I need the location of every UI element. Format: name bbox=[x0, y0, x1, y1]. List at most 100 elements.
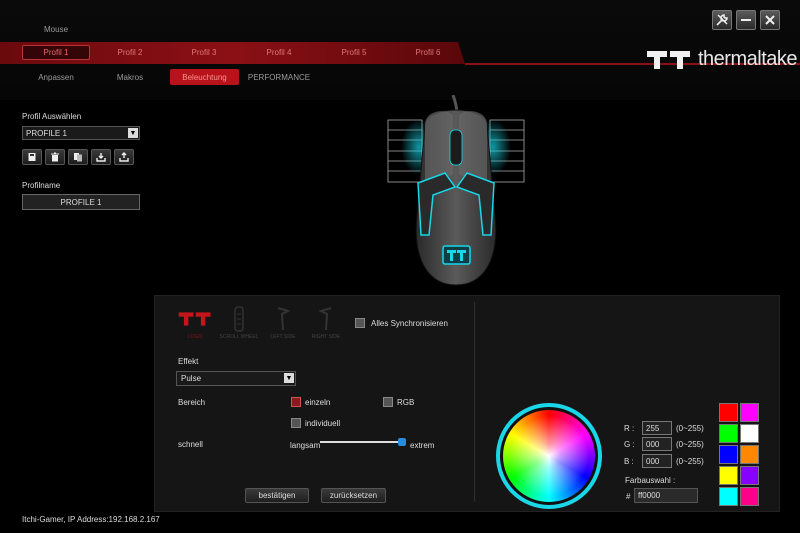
green-input[interactable]: 000 bbox=[642, 437, 672, 451]
color-swatch[interactable] bbox=[719, 424, 738, 443]
area-single-option[interactable]: einzeln bbox=[291, 397, 330, 407]
green-label: G : bbox=[624, 439, 635, 449]
blue-input[interactable]: 000 bbox=[642, 454, 672, 468]
sync-all-option[interactable]: Alles Synchronisieren bbox=[355, 318, 448, 328]
profile-toolbar bbox=[22, 149, 134, 165]
area-single-checkbox[interactable] bbox=[291, 397, 301, 407]
tab-anpassen[interactable]: Anpassen bbox=[22, 69, 90, 85]
delete-profile-button[interactable] bbox=[45, 149, 65, 165]
tab-profil-3[interactable]: Profil 3 bbox=[170, 45, 238, 60]
color-swatch[interactable] bbox=[740, 424, 759, 443]
close-button[interactable] bbox=[760, 10, 780, 30]
settings-button[interactable] bbox=[712, 10, 732, 30]
close-icon bbox=[765, 15, 775, 25]
red-input[interactable]: 255 bbox=[642, 421, 672, 435]
profile-select-label: Profil Auswählen bbox=[22, 112, 82, 121]
tt-logo-icon bbox=[647, 50, 690, 69]
zone-scroll-wheel[interactable]: SCROLL WHEEL bbox=[219, 304, 259, 340]
import-icon bbox=[96, 153, 106, 162]
sync-all-label: Alles Synchronisieren bbox=[371, 318, 448, 328]
minimize-icon bbox=[741, 19, 751, 21]
speed-label: schnell bbox=[178, 440, 203, 449]
area-rgb-checkbox[interactable] bbox=[383, 397, 393, 407]
area-individual-label: individuell bbox=[305, 418, 341, 428]
area-label: Bereich bbox=[178, 398, 206, 407]
zone-logo[interactable]: LOGO bbox=[175, 304, 215, 340]
speed-min-label: langsam bbox=[290, 441, 321, 450]
window-controls bbox=[712, 10, 780, 30]
blue-label: B : bbox=[624, 456, 634, 466]
panel-divider bbox=[474, 302, 475, 502]
color-picker-label: Farbauswahl : bbox=[625, 476, 676, 485]
export-profile-button[interactable] bbox=[114, 149, 134, 165]
area-individual-option[interactable]: individuell bbox=[291, 418, 340, 428]
confirm-button[interactable]: bestätigen bbox=[245, 488, 309, 503]
profilename-field[interactable]: PROFILE 1 bbox=[22, 194, 140, 210]
profile-select-value: PROFILE 1 bbox=[26, 128, 67, 138]
copy-icon bbox=[74, 153, 82, 162]
zone-right-label: RIGHT SIDE bbox=[311, 334, 341, 340]
speed-max-label: extrem bbox=[410, 441, 435, 450]
green-row: G : 000 (0~255) bbox=[624, 437, 704, 451]
blue-row: B : 000 (0~255) bbox=[624, 454, 704, 468]
zone-right-side[interactable]: RIGHT SIDE bbox=[306, 304, 346, 340]
delete-icon bbox=[51, 152, 59, 162]
sync-all-checkbox[interactable] bbox=[355, 318, 365, 328]
area-rgb-label: RGB bbox=[397, 397, 415, 407]
blue-range: (0~255) bbox=[676, 456, 704, 466]
tab-beleuchtung[interactable]: Beleuchtung bbox=[170, 69, 239, 85]
speed-slider-track[interactable] bbox=[320, 441, 406, 443]
speed-slider-handle[interactable] bbox=[397, 438, 406, 446]
save-icon bbox=[28, 153, 36, 161]
reset-button[interactable]: zurücksetzen bbox=[321, 488, 386, 503]
tab-profil-2[interactable]: Profil 2 bbox=[96, 45, 164, 60]
import-profile-button[interactable] bbox=[91, 149, 111, 165]
brand-logo: thermaltake bbox=[646, 48, 798, 71]
hex-input[interactable]: ff0000 bbox=[634, 488, 698, 503]
copy-profile-button[interactable] bbox=[68, 149, 88, 165]
color-swatch[interactable] bbox=[740, 466, 759, 485]
color-swatch[interactable] bbox=[740, 445, 759, 464]
area-rgb-option[interactable]: RGB bbox=[383, 397, 414, 407]
red-row: R : 255 (0~255) bbox=[624, 421, 704, 435]
device-tab-mouse[interactable]: Mouse bbox=[44, 25, 68, 34]
color-swatch[interactable] bbox=[719, 445, 738, 464]
tab-profil-6[interactable]: Profil 6 bbox=[394, 45, 462, 60]
zone-logo-label: LOGO bbox=[187, 334, 203, 340]
wrench-icon bbox=[716, 14, 728, 26]
scroll-wheel-icon bbox=[234, 306, 244, 332]
effect-select-value: Pulse bbox=[181, 374, 202, 383]
save-profile-button[interactable] bbox=[22, 149, 42, 165]
red-range: (0~255) bbox=[676, 423, 704, 433]
area-single-label: einzeln bbox=[305, 397, 331, 407]
export-icon bbox=[119, 152, 129, 162]
effect-select[interactable]: Pulse ▼ bbox=[176, 371, 296, 386]
mouse-illustration bbox=[387, 95, 525, 286]
zone-left-label: LEFT SIDE bbox=[270, 334, 296, 340]
chevron-down-icon: ▼ bbox=[284, 373, 294, 383]
red-label: R : bbox=[624, 423, 635, 433]
brand-name: thermaltake bbox=[698, 48, 798, 70]
color-swatch[interactable] bbox=[740, 487, 759, 506]
zone-left-side[interactable]: LEFT SIDE bbox=[263, 304, 303, 340]
effect-label: Effekt bbox=[178, 357, 199, 366]
left-side-icon bbox=[277, 307, 290, 331]
preset-swatches bbox=[719, 403, 759, 506]
area-individual-checkbox[interactable] bbox=[291, 418, 301, 428]
tt-logo-icon bbox=[178, 312, 211, 326]
tab-profil-1[interactable]: Profil 1 bbox=[22, 45, 90, 60]
tab-profil-4[interactable]: Profil 4 bbox=[245, 45, 313, 60]
profile-select[interactable]: PROFILE 1 ▼ bbox=[22, 126, 140, 140]
minimize-button[interactable] bbox=[736, 10, 756, 30]
color-swatch[interactable] bbox=[719, 487, 738, 506]
status-bar: Itchi-Gamer, IP Address:192.168.2.167 bbox=[22, 515, 160, 524]
color-wheel[interactable] bbox=[503, 410, 595, 502]
color-swatch[interactable] bbox=[740, 403, 759, 422]
color-swatch[interactable] bbox=[719, 403, 738, 422]
tab-performance[interactable]: PERFORMANCE bbox=[245, 69, 313, 85]
tab-makros[interactable]: Makros bbox=[96, 69, 164, 85]
tab-profil-5[interactable]: Profil 5 bbox=[320, 45, 388, 60]
green-range: (0~255) bbox=[676, 439, 704, 449]
color-swatch[interactable] bbox=[719, 466, 738, 485]
zone-scroll-label: SCROLL WHEEL bbox=[219, 334, 259, 340]
